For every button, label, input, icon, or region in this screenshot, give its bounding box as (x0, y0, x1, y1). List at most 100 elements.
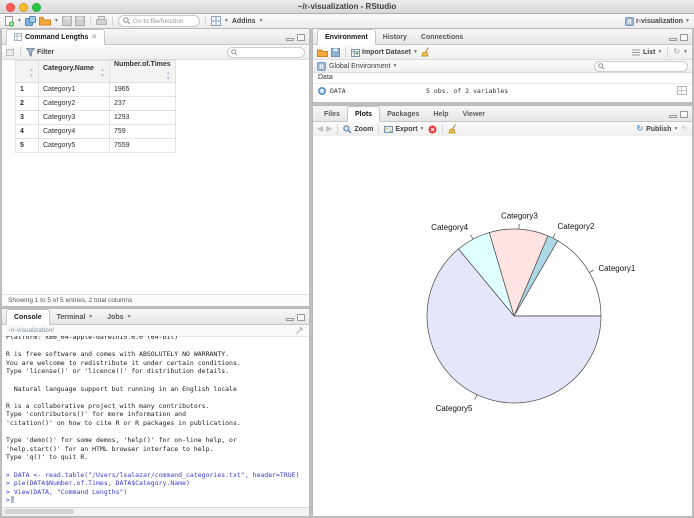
toolbar-separator (20, 47, 21, 57)
environment-object-row[interactable]: DATA 5 obs. of 2 variables (313, 84, 692, 97)
table-row[interactable]: 4 Category4 759 (15, 124, 176, 139)
pie-label-tick (589, 269, 595, 273)
popout-window-icon[interactable] (6, 48, 15, 56)
load-workspace-icon[interactable] (317, 48, 328, 57)
object-description: 5 obs. of 2 variables (426, 86, 509, 95)
pie-label-tick (552, 233, 556, 239)
column-header-category-name[interactable]: Category.Name ▲ ▼ (38, 60, 110, 83)
maximize-panel-icon[interactable] (297, 34, 305, 41)
pane-layout-caret[interactable]: ▼ (224, 18, 229, 24)
save-workspace-icon[interactable] (331, 47, 340, 57)
view-object-grid-icon[interactable] (677, 86, 687, 95)
table-row[interactable]: 1 Category1 1965 (15, 82, 176, 97)
environment-section-header: Data (313, 73, 692, 84)
minimize-panel-icon[interactable] (669, 38, 677, 41)
console-popout-icon[interactable] (295, 327, 304, 335)
column-header-number-of-times[interactable]: Number.of.Times ▲ ▼ (109, 60, 176, 83)
close-icon[interactable]: ✕ (91, 33, 97, 41)
data-table: ▲ ▼ Category.Name ▲ ▼ Number.of.Times ▲ ▼ 1 Ca… (15, 60, 176, 153)
maximize-panel-icon[interactable] (680, 111, 688, 118)
publish-caret: ▼ (673, 125, 679, 132)
tab-plots[interactable]: Plots (346, 106, 381, 122)
tab-history[interactable]: History (376, 30, 414, 44)
new-project-icon[interactable] (24, 15, 36, 27)
project-menu-button[interactable]: R r-visualization ▼ (624, 16, 690, 26)
scrollbar-thumb[interactable] (4, 509, 74, 514)
import-dataset-button[interactable]: Import Dataset ▼ (351, 48, 418, 57)
goto-file-function-input[interactable]: Go to file/function (117, 15, 200, 27)
console-output[interactable]: Platform: x86_64-apple-darwin15.6.0 (64-… (2, 336, 309, 508)
tab-files[interactable]: Files (317, 107, 347, 121)
minimize-panel-icon[interactable] (286, 38, 294, 41)
maximize-panel-icon[interactable] (297, 314, 305, 321)
console-command: > View(DATA, "Command Lengths") (6, 487, 128, 496)
publish-label: Publish (646, 125, 672, 133)
horizontal-scrollbar[interactable] (2, 507, 309, 516)
project-name: r-visualization (635, 17, 684, 25)
console-command: > DATA <- read.table("/Users/lsalazar/co… (6, 470, 300, 479)
filter-icon (26, 47, 35, 57)
toolbar-separator (667, 47, 669, 57)
pie-label-Category5: Category5 (436, 404, 473, 413)
filter-label: Filter (37, 48, 55, 56)
tab-jobs[interactable]: Jobs ▼ (100, 310, 138, 324)
corner-sort-cell[interactable]: ▲ ▼ (15, 60, 39, 83)
refresh-caret[interactable]: ▼ (683, 49, 688, 55)
pane-layout-icon[interactable] (210, 16, 221, 26)
open-file-dropdown-caret[interactable]: ▼ (54, 18, 59, 24)
terminal-dropdown-caret[interactable]: ▼ (88, 314, 93, 320)
filter-button[interactable]: Filter (26, 47, 55, 57)
publish-button[interactable]: Publish ▼ (646, 126, 678, 133)
environment-toolbar: Import Dataset ▼ List ▼ ↻ ▼ (313, 45, 692, 60)
data-viewer-panel: Command Lengths ✕ Filter ▲ ▼ Category.Na… (1, 28, 310, 307)
tab-connections[interactable]: Connections (414, 30, 470, 44)
minimize-panel-icon[interactable] (669, 115, 677, 118)
tab-viewer[interactable]: Viewer (456, 107, 492, 121)
pie-label-Category3: Category3 (501, 212, 538, 221)
open-file-icon[interactable] (38, 16, 51, 26)
save-icon (61, 16, 72, 26)
tab-terminal[interactable]: Terminal ▼ (50, 310, 101, 324)
tab-help[interactable]: Help (426, 107, 455, 121)
addins-button[interactable]: Addins (232, 18, 256, 25)
import-dataset-label: Import Dataset (362, 48, 412, 56)
table-row[interactable]: 3 Category3 1293 (15, 110, 176, 125)
new-file-icon[interactable] (4, 15, 14, 27)
svg-text:R: R (627, 20, 632, 26)
jobs-dropdown-caret[interactable]: ▼ (127, 314, 132, 320)
search-icon (123, 17, 131, 25)
maximize-panel-icon[interactable] (680, 34, 688, 41)
clear-workspace-broom-icon[interactable] (421, 47, 430, 57)
addins-caret[interactable]: ▼ (259, 18, 264, 24)
table-row[interactable]: 5 Category5 7559 (15, 138, 176, 153)
working-directory: ~/r-visualization/ (7, 327, 55, 334)
tab-environment[interactable]: Environment (317, 29, 376, 45)
plots-toolbar: ◀ ▶ Zoom Export ▼ ↻ Publish ▼ ↻ (313, 122, 692, 137)
export-icon (384, 125, 394, 134)
refresh-plot-icon[interactable]: ↻ (681, 125, 688, 133)
new-file-dropdown-caret[interactable]: ▼ (17, 18, 22, 24)
list-view-button[interactable]: List ▼ (643, 49, 662, 56)
refresh-icon[interactable]: ↻ (673, 48, 680, 56)
pie-label-Category2: Category2 (558, 222, 595, 231)
toolbar-separator (378, 124, 380, 134)
export-plot-button[interactable]: Export ▼ (384, 125, 425, 134)
tab-console[interactable]: Console (6, 309, 50, 325)
global-environment-selector[interactable]: Global Environment ▼ (329, 63, 397, 70)
console-prompt[interactable]: > (6, 496, 305, 505)
zoom-plot-button[interactable]: Zoom (343, 124, 373, 134)
remove-plot-icon[interactable] (428, 125, 437, 134)
clear-plots-broom-icon[interactable] (447, 124, 457, 134)
table-row[interactable]: 2 Category2 237 (15, 96, 176, 111)
console-command: > pie(DATA$Number.of.Times, DATA$Categor… (6, 479, 190, 488)
environment-search-input[interactable] (594, 60, 688, 72)
tab-command-lengths[interactable]: Command Lengths ✕ (6, 29, 106, 45)
panel-window-buttons (286, 34, 309, 44)
viewer-search-input[interactable] (227, 46, 305, 58)
pie-label-tick (474, 394, 478, 400)
import-dataset-icon (351, 48, 360, 57)
data-object-icon (318, 86, 326, 95)
minimize-panel-icon[interactable] (286, 318, 294, 321)
pie-label-Category1: Category1 (598, 264, 635, 273)
tab-packages[interactable]: Packages (380, 107, 426, 121)
